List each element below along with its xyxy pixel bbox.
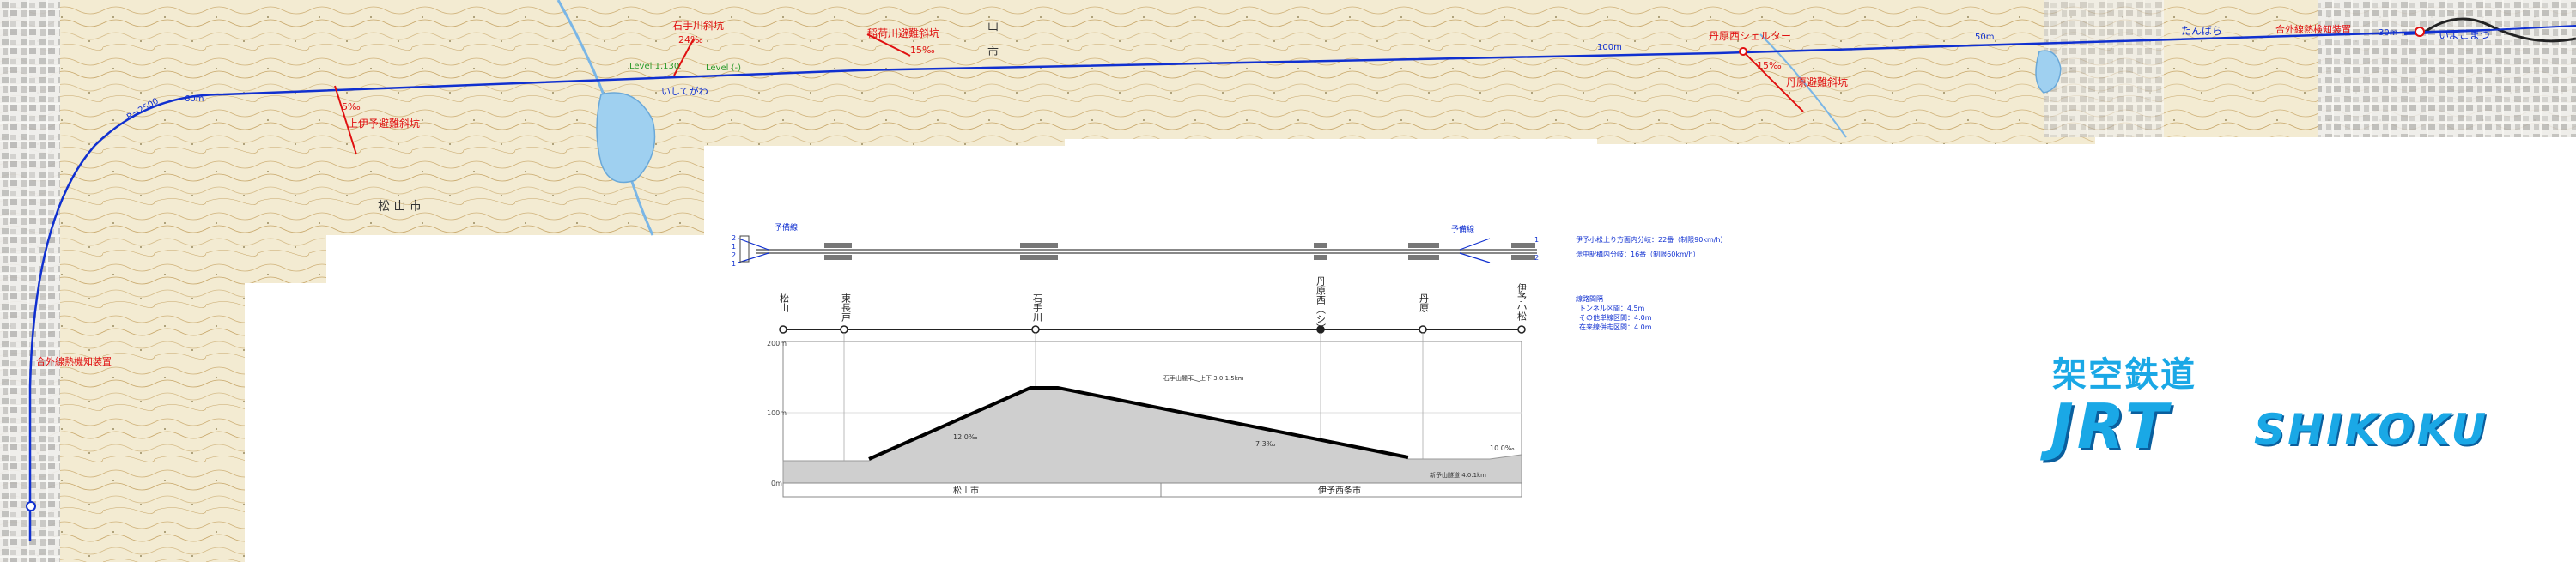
station-names: 松山 東長戸 石手川 丹原西（シ） 丹原 伊予小松: [779, 276, 1528, 333]
y-tick: 200m: [767, 340, 787, 347]
municipality-label: 松山市: [953, 485, 979, 496]
logo-shikoku: SHIKOKU: [2254, 405, 2489, 455]
station-name: 松山: [779, 293, 790, 312]
y-tick: 0m: [771, 480, 782, 487]
note: 在来線併走区間：4.0m: [1579, 323, 1652, 331]
note: トンネル区間：4.5m: [1579, 305, 1645, 312]
station-node: [1419, 325, 1427, 334]
note: その他単線区間：4.0m: [1579, 313, 1652, 322]
station-name: 丹原西（シ）: [1315, 276, 1327, 333]
station-node: [1517, 325, 1526, 334]
note: 伊予小松上り方面内分岐：22番（制限90km/h）: [1576, 235, 1728, 244]
track-code: 2: [1534, 254, 1539, 262]
track-label-right: 予備線: [1451, 224, 1474, 234]
track-code: 1: [732, 260, 736, 268]
terrain-profile: [782, 387, 1522, 484]
profile-annotation: 石手山麓下 上下 3.0 1.5km: [1163, 374, 1244, 382]
track-code: 1: [1534, 236, 1539, 244]
note: 途中駅構内分岐：16番（制限60km/h）: [1576, 250, 1700, 258]
station-node: [779, 325, 787, 334]
station-name: 伊予小松: [1516, 283, 1528, 321]
logo-japanese: 架空鉄道: [2052, 355, 2196, 395]
track-code: 2: [732, 234, 736, 242]
station-name: 石手川: [1032, 293, 1043, 322]
station-node: [1031, 325, 1040, 334]
profile-annotation: 10.0‰: [1490, 444, 1515, 452]
station-name: 丹原: [1419, 293, 1430, 312]
track-schematic: [738, 235, 1537, 263]
track-code: 2: [732, 251, 736, 259]
logo-jrt: JRT: [2050, 390, 2172, 462]
municipality-bar: [782, 482, 1522, 498]
note: 線路間隔: [1576, 294, 1603, 303]
profile-annotation: 7.3‰: [1255, 440, 1276, 448]
diagram-stage: 石手川斜坑 24‰ 稲荷川避難斜坑 15‰ 丹原西シェルター 15‰ 丹原避難斜…: [0, 0, 2576, 562]
track-label-left: 予備線: [775, 222, 798, 233]
station-name: 東長戸: [841, 293, 852, 323]
profile-annotation: 12.0‰: [953, 433, 978, 441]
station-node: [840, 325, 848, 334]
y-tick: 100m: [767, 409, 787, 417]
station-node: [1316, 325, 1325, 334]
profile-annotation: 新予山隧道 4.0.1km: [1430, 471, 1486, 479]
municipality-label: 伊予西条市: [1318, 485, 1361, 496]
track-profile-diagram: 予備線 予備線 2 1 2 1 1 2 松山 東長戸 石手川 丹原西（シ） 丹原…: [732, 222, 1728, 498]
track-code: 1: [732, 243, 736, 251]
